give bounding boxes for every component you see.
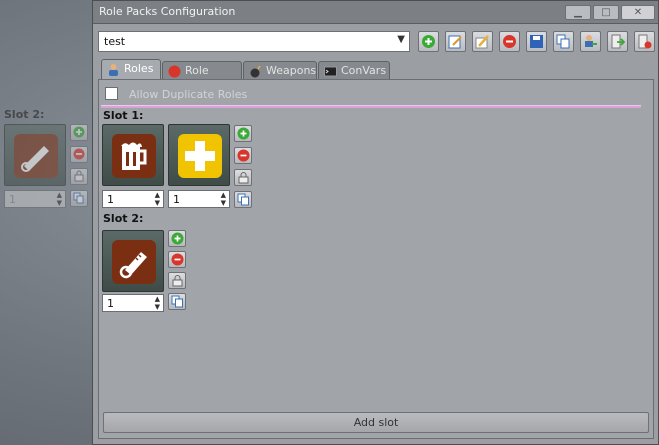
import-pack-button[interactable] xyxy=(607,31,628,52)
user-arrow-icon xyxy=(585,35,597,47)
copy-pack-button[interactable] xyxy=(553,31,574,52)
plus-icon xyxy=(237,127,250,140)
window-title: Role Packs Configuration xyxy=(99,5,236,18)
floppy-disk-icon xyxy=(530,35,543,48)
slot-1-add-role-button[interactable] xyxy=(234,125,252,142)
plus-icon xyxy=(422,35,435,48)
minus-icon xyxy=(503,35,516,48)
slot-2-role-1-count[interactable]: 1 ▲ ▼ xyxy=(102,294,164,312)
minus-icon xyxy=(171,253,184,266)
ghost-add-button xyxy=(70,124,88,141)
chainsaw-icon xyxy=(112,240,156,284)
ghost-count-spinner: 1 ▲ ▼ xyxy=(4,190,66,208)
slot-1-role-1-tile[interactable] xyxy=(102,124,164,186)
pencil-icon xyxy=(475,35,489,49)
slot-2-copy-button[interactable] xyxy=(168,293,186,310)
import-users-button[interactable] xyxy=(580,31,601,52)
lock-icon xyxy=(238,172,249,184)
roles-panel: Allow Duplicate Roles Slot 1: 1 ▲ ▼ 1 ▲ ▼ Sl… xyxy=(98,79,654,439)
pack-select-value: test xyxy=(104,35,126,48)
minus-icon xyxy=(237,149,250,162)
add-slot-button[interactable]: Add slot xyxy=(103,412,649,433)
lock-icon xyxy=(172,275,183,287)
role-packs-window: Role Packs Configuration ▁ □ ✕ test ▼ Ro… xyxy=(92,0,659,445)
slot-2-add-role-button[interactable] xyxy=(168,230,186,247)
slot-1-copy-button[interactable] xyxy=(234,191,252,208)
add-pack-button[interactable] xyxy=(418,31,439,52)
close-button[interactable]: ✕ xyxy=(621,5,655,20)
slot-2-lock-button[interactable] xyxy=(168,272,186,289)
allow-duplicate-checkbox[interactable] xyxy=(105,87,118,100)
allow-duplicate-label: Allow Duplicate Roles xyxy=(129,88,248,101)
export-pack-button[interactable] xyxy=(634,31,655,52)
copy-icon xyxy=(556,34,570,49)
chevron-down-icon: ▼ xyxy=(397,34,405,45)
copy-icon xyxy=(171,295,183,308)
rename-pack-button[interactable] xyxy=(445,31,466,52)
slot-drop-indicator xyxy=(101,105,641,108)
spinner-arrows-icon[interactable]: ▲ ▼ xyxy=(221,191,226,207)
minimize-button[interactable]: ▁ xyxy=(565,5,591,20)
tab-weapons[interactable]: Weapons xyxy=(243,61,317,79)
red-circle-icon xyxy=(168,65,181,78)
slot-1-lock-button[interactable] xyxy=(234,169,252,186)
maximize-button[interactable]: □ xyxy=(593,5,619,20)
ghost-slot-label: Slot 2: xyxy=(4,108,45,121)
slot-1-label: Slot 1: xyxy=(103,109,144,122)
ghost-lock-button xyxy=(70,168,88,185)
delete-pack-button[interactable] xyxy=(499,31,520,52)
tab-role-blocks[interactable]: Role Blocks xyxy=(162,61,242,90)
import-icon xyxy=(611,34,625,49)
slot-2-remove-role-button[interactable] xyxy=(168,251,186,268)
tab-convars[interactable]: ConVars xyxy=(318,61,390,79)
slot-1-role-2-tile[interactable] xyxy=(168,124,230,186)
slot-2-role-1-tile[interactable] xyxy=(102,230,164,292)
slot-1-role-1-count[interactable]: 1 ▲ ▼ xyxy=(102,190,164,208)
bomb-icon xyxy=(250,65,261,78)
edit-pack-button[interactable] xyxy=(472,31,493,52)
spinner-arrows-icon[interactable]: ▲ ▼ xyxy=(155,191,160,207)
window-titlebar[interactable]: Role Packs Configuration ▁ □ ✕ xyxy=(93,1,658,24)
ghost-copy-button xyxy=(70,190,88,207)
copy-icon xyxy=(237,193,249,206)
chainsaw-icon xyxy=(14,134,58,178)
save-pack-button[interactable] xyxy=(526,31,547,52)
plus-icon xyxy=(171,232,184,245)
spinner-arrows-icon[interactable]: ▲ ▼ xyxy=(155,295,160,311)
slot-2-label: Slot 2: xyxy=(103,212,144,225)
slot-1-role-2-count[interactable]: 1 ▲ ▼ xyxy=(168,190,230,208)
ghost-role-tile xyxy=(4,124,66,186)
edit-note-icon xyxy=(448,35,462,49)
export-icon xyxy=(638,34,652,49)
beer-mug-icon xyxy=(112,134,156,178)
console-icon xyxy=(324,66,337,77)
user-icon xyxy=(109,64,118,76)
slot-1-remove-role-button[interactable] xyxy=(234,147,252,164)
drag-preview-slot: Slot 2: 1 ▲ ▼ xyxy=(0,104,92,214)
ghost-remove-button xyxy=(70,146,88,163)
pack-select[interactable]: test ▼ xyxy=(98,31,410,52)
medic-cross-icon xyxy=(178,134,222,178)
toolbar: test ▼ xyxy=(98,31,655,53)
tab-roles[interactable]: Roles xyxy=(101,59,161,79)
